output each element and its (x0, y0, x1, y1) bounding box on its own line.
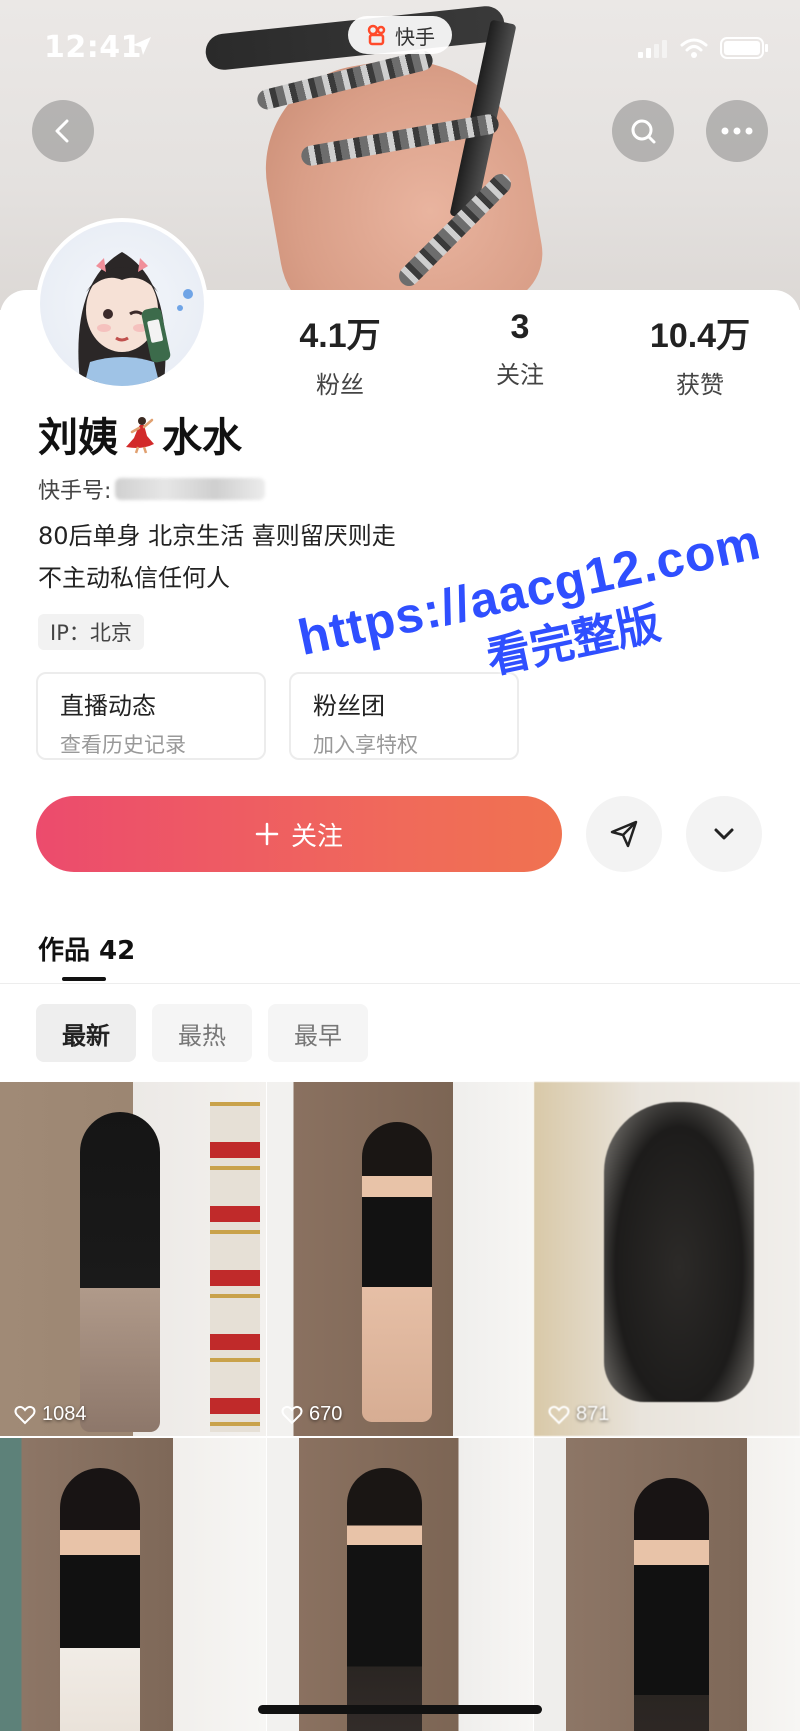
card-subtitle: 加入享特权 (313, 733, 418, 757)
follow-button[interactable]: 关注 (36, 796, 562, 872)
tab-works[interactable]: 作品 42 (38, 930, 135, 967)
ip-location-tag: IP：北京 (38, 614, 144, 650)
stat-followers[interactable]: 4.1万 粉丝 (255, 308, 425, 400)
video-likes-count: 871 (576, 1403, 610, 1425)
status-indicators (638, 36, 770, 60)
chevron-left-icon (55, 119, 69, 143)
stat-label: 粉丝 (316, 371, 364, 399)
home-indicator[interactable] (258, 1705, 542, 1714)
profile-name-part2: 水水 (162, 415, 242, 461)
status-time: 12:41 (44, 30, 142, 65)
video-likes: 871 (548, 1403, 609, 1426)
follow-button-label: 关注 (290, 821, 343, 852)
live-activity-card[interactable]: 直播动态 查看历史记录 (36, 672, 266, 760)
battery-icon (720, 37, 768, 59)
video-grid: 1084 670 871 (0, 1082, 800, 1731)
filter-hottest[interactable]: 最热 (152, 1004, 252, 1062)
video-thumbnail[interactable] (534, 1438, 800, 1731)
more-dots-icon (721, 127, 753, 135)
kuaishou-id-label: 快手号: (38, 479, 112, 504)
signal-icon (638, 40, 667, 58)
video-likes-count: 670 (309, 1403, 343, 1425)
video-thumbnail[interactable]: 670 (267, 1082, 533, 1436)
stat-following[interactable]: 3 关注 (435, 308, 605, 400)
video-likes: 1084 (14, 1403, 87, 1426)
stat-likes[interactable]: 10.4万 获赞 (615, 308, 785, 400)
tab-divider (0, 983, 800, 984)
stat-label: 关注 (496, 361, 544, 389)
heart-icon (281, 1405, 303, 1424)
location-arrow-icon (133, 37, 151, 55)
search-icon (631, 119, 656, 144)
video-thumbnail[interactable]: 1084 (0, 1082, 266, 1436)
filter-oldest[interactable]: 最早 (268, 1004, 368, 1062)
more-button[interactable] (706, 100, 768, 162)
kuaishou-id[interactable]: 快手号: (38, 473, 266, 505)
chevron-down-icon (714, 828, 734, 840)
profile-name: 刘姨 水水 (38, 405, 242, 463)
plus-icon (255, 822, 279, 846)
profile-bio: 80后单身 北京生活 喜则留厌则走 不主动私信任何人 (38, 515, 396, 599)
filter-newest[interactable]: 最新 (36, 1004, 136, 1062)
bio-line: 不主动私信任何人 (38, 564, 230, 592)
card-title: 直播动态 (60, 692, 156, 720)
app-badge: 快手 (348, 16, 452, 54)
tab-works-underline (62, 977, 106, 981)
app-badge-label: 快手 (395, 24, 435, 49)
video-thumbnail[interactable] (267, 1438, 533, 1731)
avatar[interactable] (36, 218, 208, 390)
expand-button[interactable] (686, 796, 762, 872)
wifi-icon (680, 38, 708, 58)
stat-value: 4.1万 (299, 317, 381, 355)
profile-stats: 4.1万 粉丝 3 关注 10.4万 获赞 (255, 308, 785, 400)
kuaishou-logo-icon (367, 24, 386, 46)
bio-line: 80后单身 北京生活 喜则留厌则走 (38, 522, 396, 550)
kuaishou-id-blurred-value (115, 478, 266, 500)
video-thumbnail[interactable]: 871 (534, 1082, 800, 1436)
back-button[interactable] (32, 100, 94, 162)
heart-icon (14, 1405, 36, 1424)
profile-name-part1: 刘姨 (38, 415, 118, 461)
video-likes: 670 (281, 1403, 342, 1426)
stat-value: 10.4万 (649, 317, 751, 355)
video-likes-count: 1084 (42, 1403, 87, 1425)
paper-plane-icon (610, 820, 638, 848)
avatar-illustration (78, 252, 193, 386)
send-message-button[interactable] (586, 796, 662, 872)
search-button[interactable] (612, 100, 674, 162)
stat-label: 获赞 (676, 371, 724, 399)
card-subtitle: 查看历史记录 (60, 733, 186, 757)
heart-icon (548, 1405, 570, 1424)
dancer-emoji-icon (126, 417, 154, 454)
stat-value: 3 (510, 308, 530, 346)
video-thumbnail[interactable] (0, 1438, 266, 1731)
